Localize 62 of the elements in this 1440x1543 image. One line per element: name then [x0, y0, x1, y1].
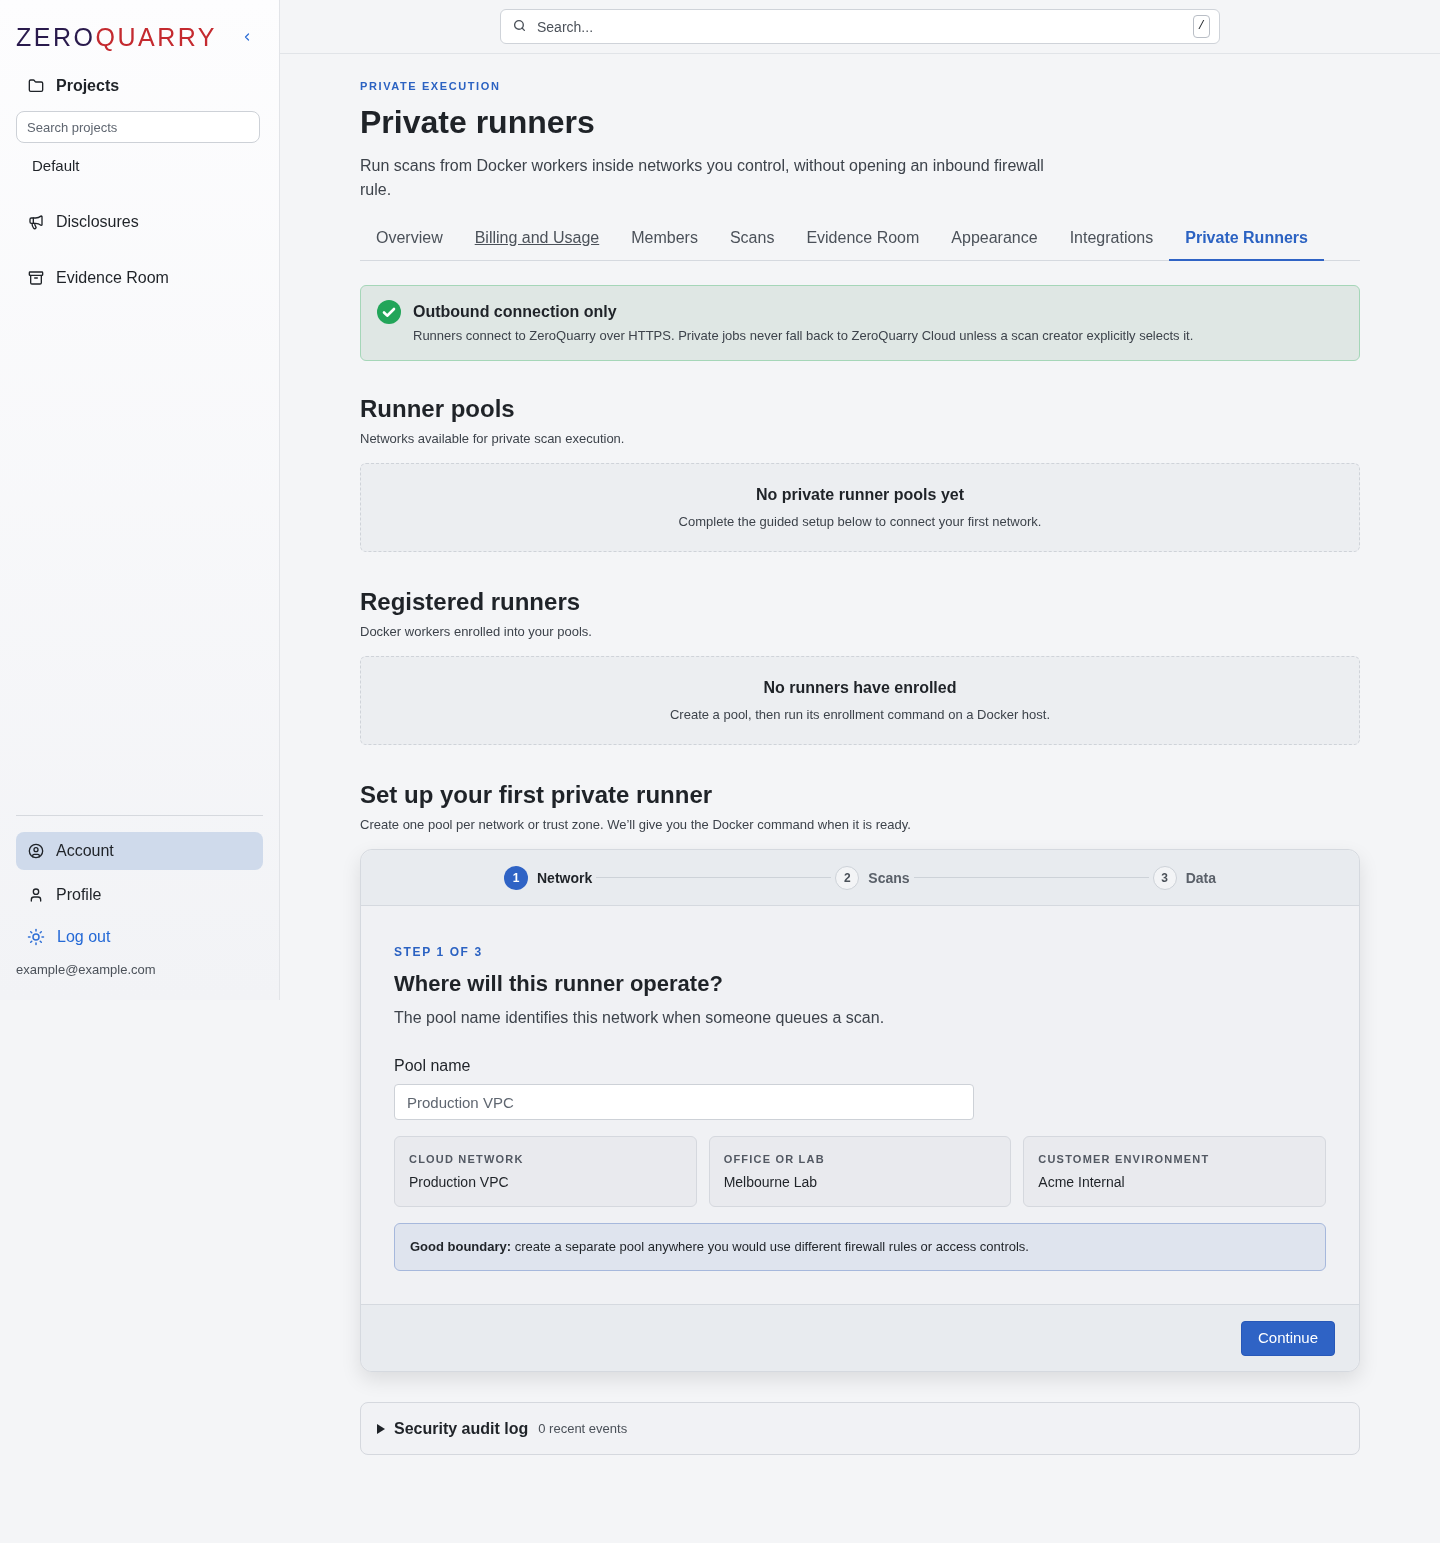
- section-title: Registered runners: [360, 587, 582, 617]
- project-search-field[interactable]: Search projects: [16, 111, 260, 143]
- section-title: Set up your first private runner: [360, 780, 714, 810]
- account-menu-item[interactable]: Account: [16, 832, 263, 870]
- step-title: Where will this runner operate?: [394, 970, 724, 998]
- section-subtitle: Networks available for private scan execution.: [360, 430, 626, 448]
- project-item[interactable]: Default: [16, 154, 263, 178]
- nav-item[interactable]: Disclosures: [16, 202, 263, 242]
- section-subtitle: Docker workers enrolled into your pools.: [360, 623, 593, 641]
- step-eyebrow: STEP 1 OF 3: [394, 944, 484, 960]
- step-number: 3: [1152, 865, 1177, 890]
- empty-state-text: Create a pool, then run its enrollment command on a Docker host.: [669, 706, 1051, 724]
- audit-log-toggle[interactable]: Security audit log: [377, 1416, 529, 1441]
- user-email: example@example.com: [16, 961, 157, 979]
- tab[interactable]: Scans: [713, 218, 791, 261]
- step-description: The pool name identifies this network when someone queues a scan.: [394, 1008, 886, 1028]
- user-circle-icon: [28, 843, 44, 859]
- tab[interactable]: Evidence Room: [790, 218, 936, 261]
- empty-state-title: No runners have enrolled: [763, 678, 957, 698]
- sun-icon[interactable]: [27, 928, 45, 946]
- section-title: Runner pools: [360, 394, 516, 424]
- tab[interactable]: Private Runners: [1169, 218, 1324, 261]
- empty-state-text: Complete the guided setup below to connect your first network.: [678, 513, 1042, 531]
- account-menu-item[interactable]: Profile: [16, 876, 263, 914]
- user-icon: [28, 887, 44, 903]
- page-title: Private runners: [360, 103, 596, 142]
- boundary-tip: Good boundary: create a separate pool anywhere you would use different firewall rules or access controls.: [394, 1223, 1326, 1271]
- event-count: 0 recent events: [538, 1419, 628, 1438]
- page-description: Run scans from Docker workers inside networks you control, without opening an inbound firewall rule.: [360, 156, 1045, 200]
- step-number: 1: [504, 865, 528, 890]
- nav-item[interactable]: Evidence Room: [16, 258, 263, 298]
- alert-title: Outbound connection only: [413, 302, 618, 322]
- empty-state-title: No private runner pools yet: [755, 485, 964, 505]
- tab[interactable]: Billing and Usage: [458, 218, 616, 261]
- page-eyebrow: PRIVATE EXECUTION: [360, 79, 502, 94]
- tab[interactable]: Overview: [360, 218, 459, 261]
- pool-name-field[interactable]: Production VPC: [394, 1084, 974, 1120]
- tab[interactable]: Integrations: [1053, 218, 1170, 261]
- example-label: CUSTOMER ENVIRONMENT: [1038, 1152, 1211, 1167]
- section-subtitle: Create one pool per network or trust zone. We’ll give you the Docker command when it is ready.: [360, 816, 912, 834]
- example-label: OFFICE OR LAB: [723, 1152, 826, 1167]
- search-icon: [513, 19, 526, 32]
- check-circle-icon: [377, 300, 401, 324]
- projects-heading: Projects: [56, 76, 120, 96]
- field-label: Pool name: [394, 1056, 472, 1076]
- example-value: Melbourne Lab: [723, 1173, 819, 1192]
- step-label: Data: [1185, 868, 1216, 888]
- megaphone-icon: [28, 214, 44, 230]
- continue-button[interactable]: Continue: [1240, 1320, 1335, 1356]
- logout-link[interactable]: Log out: [57, 925, 111, 949]
- tab[interactable]: Appearance: [935, 218, 1054, 261]
- logo-wordmark: ZEROQUARRY: [16, 22, 217, 53]
- archive-box-icon: [28, 270, 44, 286]
- example-value: Acme Internal: [1038, 1173, 1126, 1192]
- folder-icon: [28, 78, 44, 94]
- example-label: CLOUD NETWORK: [409, 1152, 525, 1167]
- alert-text: Runners connect to ZeroQuarry over HTTPS. Private jobs never fall back to ZeroQuarry Cloud unless a scan creator explicitly selects it.: [413, 327, 1194, 345]
- tab[interactable]: Members: [615, 218, 714, 261]
- example-value: Production VPC: [409, 1173, 510, 1192]
- step-number: 2: [835, 865, 860, 890]
- step-label: Scans: [868, 868, 910, 888]
- step-label: Network: [537, 868, 593, 888]
